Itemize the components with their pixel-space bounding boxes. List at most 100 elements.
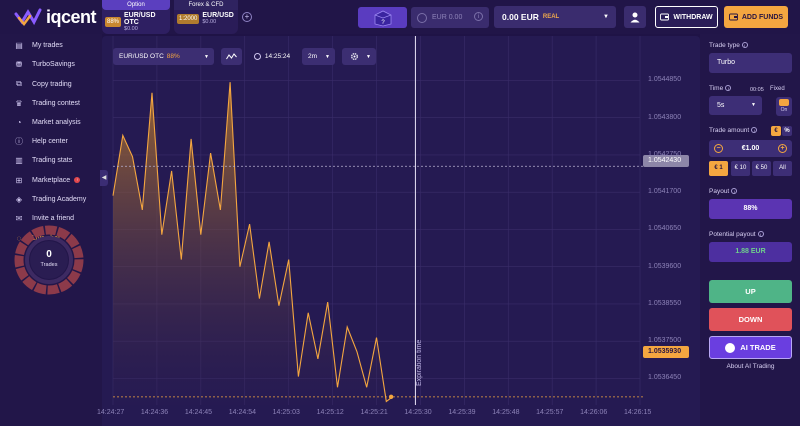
time-label: Time i (709, 85, 732, 92)
x-tick-label: 14:25:57 (536, 409, 564, 416)
account-type: REAL (542, 14, 560, 20)
sidebar-item-label: Help center (32, 137, 68, 145)
clock-icon (253, 53, 261, 60)
time-value: 5s (717, 102, 725, 109)
payout-badge: 88% (105, 17, 122, 27)
sidebar-item-trading-academy[interactable]: ◈ Trading Academy (14, 192, 86, 206)
profile-button[interactable] (624, 6, 646, 28)
account-selector[interactable]: 0.00 EUR REAL ▼ (494, 6, 616, 28)
currency-eur-button[interactable]: € (771, 126, 781, 136)
trade-amount-label: Trade amount i (709, 127, 758, 134)
x-tick-label: 14:25:30 (404, 409, 432, 416)
price-chart[interactable] (102, 36, 700, 426)
timeframe-selector[interactable]: 2m ▼ (302, 48, 335, 65)
down-button[interactable]: DOWN (709, 308, 792, 331)
sidebar-item-label: Trading contest (32, 99, 80, 107)
info-icon[interactable]: i (751, 127, 758, 134)
ai-trade-label: AI TRADE (740, 343, 776, 352)
notification-badge: ! (74, 177, 81, 183)
tab-forex-eurusd[interactable]: Forex & CFD 1:2000 EUR/USD $0.00 (174, 0, 238, 34)
y-tick-label: 1.0538550 (648, 299, 682, 307)
trade-amount-value: €1.00 (741, 145, 760, 152)
sidebar-item-turbosavings[interactable]: ⛃ TurboSavings (14, 57, 75, 71)
decrease-amount-button[interactable]: − (714, 144, 723, 153)
logo[interactable]: iqcent (14, 7, 97, 27)
fixed-label: Fixed (770, 86, 785, 92)
collapse-sidebar-icon[interactable]: ◀ (100, 170, 108, 186)
trade-type-selector[interactable]: Turbo (709, 53, 792, 73)
increase-amount-button[interactable]: + (778, 144, 787, 153)
chevron-down-icon: ▼ (204, 53, 209, 60)
coin-icon (417, 12, 427, 23)
x-tick-label: 14:26:15 (624, 409, 652, 416)
trades-donut (14, 225, 84, 295)
chart-type-button[interactable] (221, 48, 242, 65)
treasure-chest-button[interactable]: ? (358, 7, 407, 28)
about-ai-trading-link[interactable]: About AI Trading (709, 363, 792, 370)
info-icon[interactable]: i (741, 42, 748, 49)
x-tick-label: 14:26:06 (580, 409, 608, 416)
sidebar-item-marketplace[interactable]: ⊞ Marketplace ! (14, 173, 81, 187)
top-bar: iqcent Option 88% EUR/USD OTC $0.00 Fore… (0, 0, 800, 34)
current-price-dot (388, 394, 394, 400)
bonus-amount: EUR 0.00 (432, 14, 463, 21)
user-icon (630, 12, 640, 23)
academy-icon: ◈ (15, 194, 23, 204)
help-icon: ⓘ (15, 136, 23, 146)
sidebar-item-my-trades[interactable]: ▤ My trades (14, 38, 63, 52)
trades-icon: ▤ (15, 40, 23, 50)
sidebar-item-label: Market analysis (32, 118, 81, 126)
info-icon[interactable]: i (725, 85, 732, 92)
fixed-toggle[interactable]: On (776, 97, 792, 116)
info-icon[interactable]: i (731, 188, 738, 195)
currency-percent-button[interactable]: % (782, 126, 792, 136)
info-icon[interactable]: i (757, 231, 764, 238)
add-funds-button[interactable]: ADD FUNDS (724, 6, 788, 28)
bonus-balance[interactable]: EUR 0.00 i (411, 7, 489, 28)
time-selector[interactable]: 5s ▼ (709, 96, 762, 115)
up-button[interactable]: UP (709, 280, 792, 303)
trade-type-label-text: Trade type (709, 42, 740, 49)
preset-10-button[interactable]: € 10 (731, 161, 750, 176)
tab-asset-value: $0.00 (202, 19, 217, 25)
asset-name: EUR/USD OTC (119, 53, 164, 60)
toggle-knob (779, 99, 789, 106)
trade-amount-label-text: Trade amount (709, 127, 750, 134)
asset-selector[interactable]: EUR/USD OTC 88% ▼ (113, 48, 214, 65)
balance-amount: 0.00 EUR (502, 12, 539, 22)
preset-50-button[interactable]: € 50 (752, 161, 771, 176)
withdraw-button[interactable]: WITHDRAW (655, 6, 718, 28)
x-tick-label: 14:24:27 (97, 409, 125, 416)
sidebar-item-label: My trades (32, 41, 63, 49)
invite-icon: ✉ (15, 213, 23, 223)
asset-payout: 88% (166, 53, 180, 60)
potential-payout-label-text: Potential payout (709, 231, 756, 238)
sidebar-item-help-center[interactable]: ⓘ Help center (14, 134, 68, 148)
trade-amount-input[interactable]: − €1.00 + (709, 140, 792, 157)
preset-1-button[interactable]: € 1 (709, 161, 728, 176)
chevron-down-icon: ▼ (603, 14, 609, 20)
wallet-icon (728, 13, 738, 21)
sidebar-item-market-analysis[interactable]: ◔ Market analysis (14, 115, 81, 129)
expiration-label: Expiration time (416, 339, 423, 386)
trade-type-label: Trade type i (709, 42, 748, 49)
tab-option-eurusd-otc[interactable]: Option 88% EUR/USD OTC $0.00 (102, 0, 170, 34)
sidebar-item-copy-trading[interactable]: ⧉ Copy trading (14, 77, 72, 91)
timeframe-value: 2m (308, 53, 318, 60)
leverage-badge: 1:2000 (177, 13, 200, 24)
add-tab-icon[interactable]: + (242, 12, 252, 22)
chart-settings-button[interactable]: ▼ (342, 48, 376, 65)
x-tick-label: 14:25:03 (272, 409, 300, 416)
ai-icon (725, 342, 736, 353)
analysis-icon: ◔ (16, 117, 22, 127)
chevron-down-icon: ▼ (325, 53, 330, 60)
x-tick-label: 14:25:39 (448, 409, 476, 416)
preset-all-button[interactable]: All (773, 161, 792, 176)
info-icon[interactable]: i (474, 12, 483, 21)
ai-trade-button[interactable]: AI TRADE (709, 336, 792, 359)
sidebar-item-invite-a-friend[interactable]: ✉ Invite a friend (14, 211, 74, 225)
gear-icon (351, 53, 358, 60)
sidebar-item-trading-contest[interactable]: ♛ Trading contest (14, 96, 80, 110)
sidebar-item-trading-stats[interactable]: ▥ Trading stats (14, 153, 72, 167)
chest-icon: ? (374, 10, 392, 27)
